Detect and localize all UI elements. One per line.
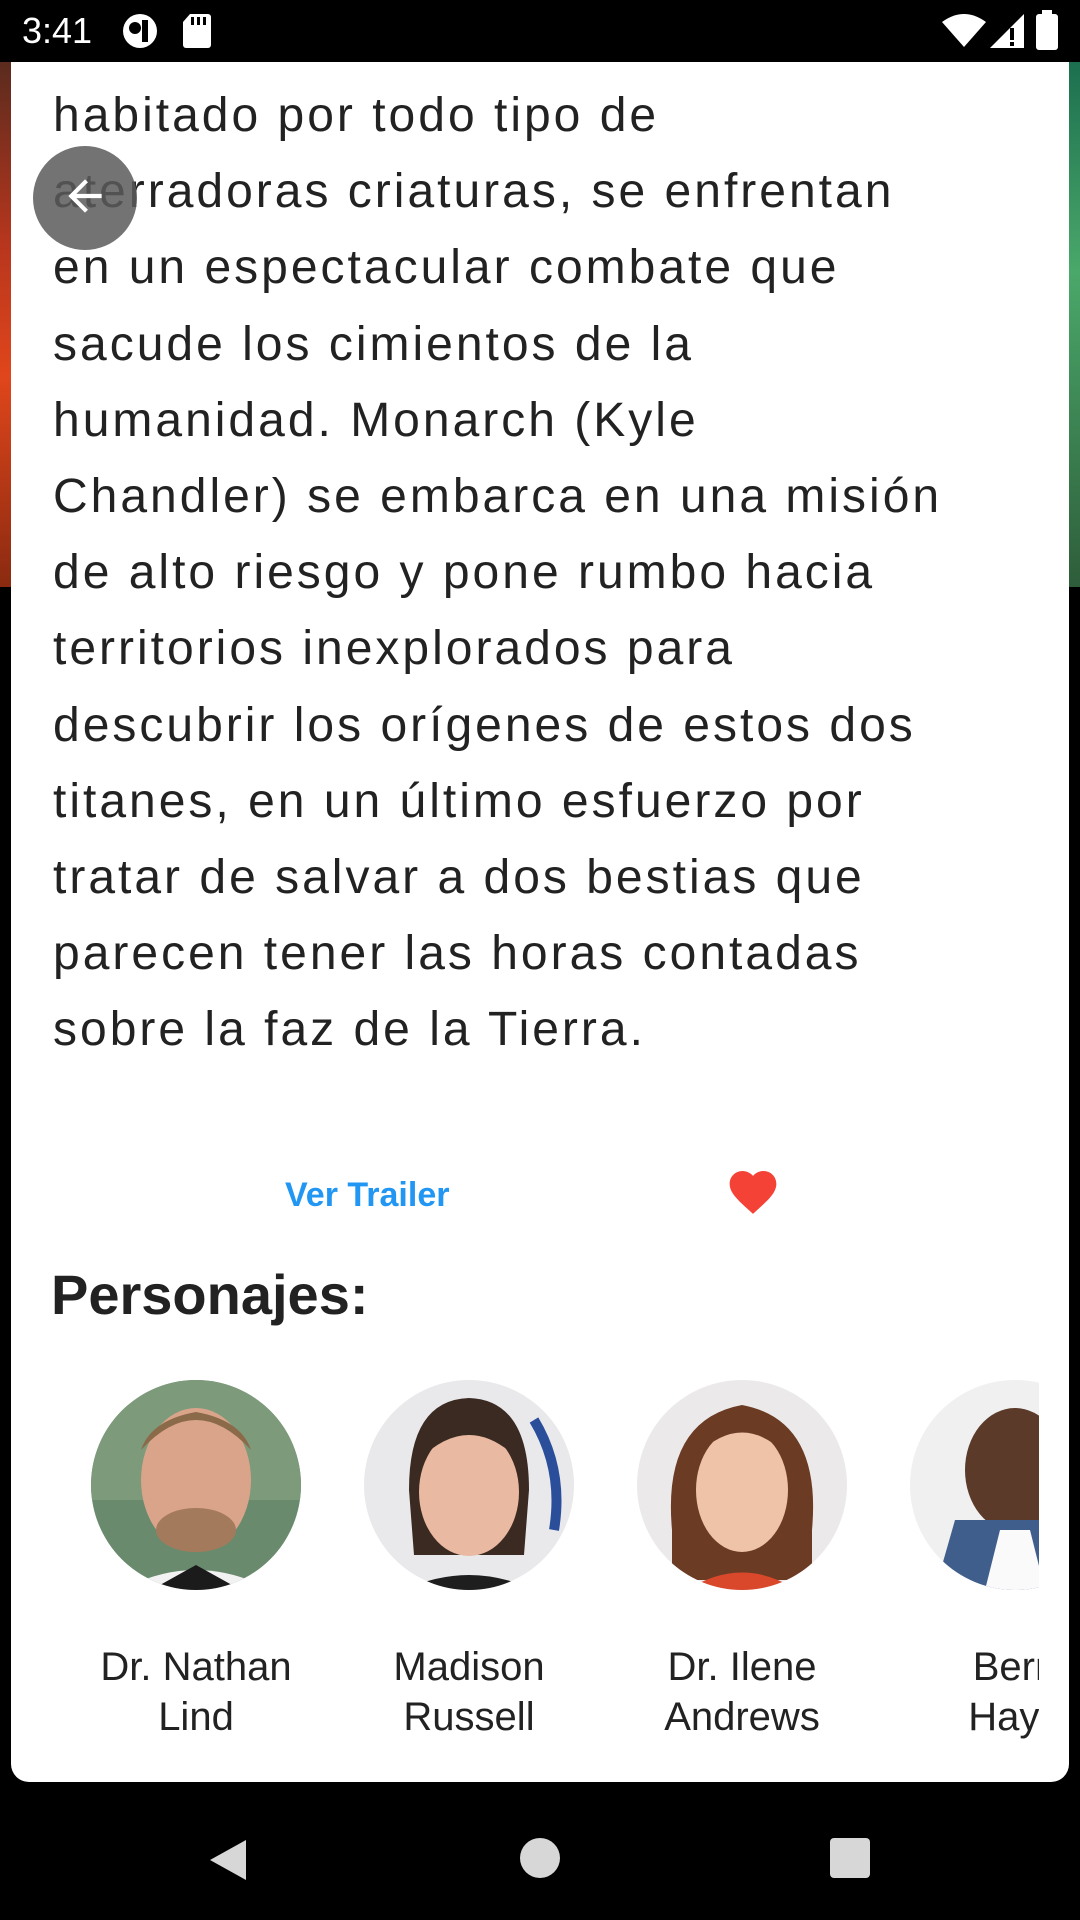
avatar [364,1380,574,1590]
cast-name: Dr. Nathan Lind [51,1642,341,1742]
synopsis-line: humanidad. Monarch (Kyle [53,393,699,447]
cast-name-line: Andrews [664,1695,820,1739]
cast-name-line: Dr. Nathan [100,1645,292,1689]
synopsis-text: habitado por todo tipo de aterradoras cr… [53,78,1053,1069]
cast-carousel[interactable]: Dr. Nathan Lind Madison Russell Dr. Ilen… [51,1380,1039,1782]
synopsis-line: sobre la faz de la Tierra. [53,1003,646,1057]
arrow-left-icon [60,171,110,226]
synopsis-line: tratar de salvar a dos bestias que [53,851,865,905]
cast-name-line: Bern [972,1645,1039,1689]
synopsis-line: territorios inexplorados para [53,622,735,676]
cast-name-line: Haye [968,1695,1039,1739]
synopsis-line: descubrir los orígenes de estos dos [53,698,916,752]
synopsis-line: aterradoras criaturas, se enfrentan [53,165,895,219]
cast-name-line: Lind [158,1695,234,1739]
nav-recents-icon[interactable] [830,1838,870,1878]
synopsis-line: Chandler) se embarca en una misión [53,470,943,524]
cast-name-line: Dr. Ilene [667,1645,817,1689]
wifi-icon [942,14,986,53]
cast-card[interactable]: Dr. Ilene Andrews [597,1380,870,1782]
battery-icon [1036,10,1058,55]
avatar [910,1380,1039,1590]
movie-actions: Ver Trailer [11,1162,1069,1242]
nav-back-icon[interactable] [208,1838,248,1887]
app-notification-icon [120,12,160,55]
status-time: 3:41 [22,10,93,51]
heart-icon[interactable] [725,1164,781,1220]
cast-section-title: Personajes: [51,1263,369,1326]
signal-icon [990,14,1024,53]
synopsis-line: de alto riesgo y pone rumbo hacia [53,546,876,600]
cast-card[interactable]: Madison Russell [324,1380,597,1782]
synopsis-line: parecen tener las horas contadas [53,927,862,981]
avatar [91,1380,301,1590]
watch-trailer-button[interactable]: Ver Trailer [285,1176,449,1215]
status-bar: 3:41 [0,0,1080,62]
cast-name: Dr. Ilene Andrews [597,1642,887,1742]
cast-card[interactable]: Dr. Nathan Lind [51,1380,324,1782]
synopsis-line: titanes, en un último esfuerzo por [53,774,865,828]
cast-name-line: Madison [393,1645,545,1689]
movie-detail-card: habitado por todo tipo de aterradoras cr… [11,62,1069,1782]
cast-card[interactable]: Bern Haye [870,1380,1039,1782]
cast-name: Bern Haye [870,1642,1039,1742]
sd-card-icon [182,12,212,53]
cast-name: Madison Russell [324,1642,614,1742]
synopsis-line: habitado por todo tipo de [53,89,660,142]
cast-name-line: Russell [403,1695,535,1739]
nav-home-icon[interactable] [520,1838,560,1878]
avatar [637,1380,847,1590]
back-button[interactable] [33,146,137,250]
synopsis-line: sacude los cimientos de la [53,317,694,371]
synopsis-line: en un espectacular combate que [53,241,840,295]
